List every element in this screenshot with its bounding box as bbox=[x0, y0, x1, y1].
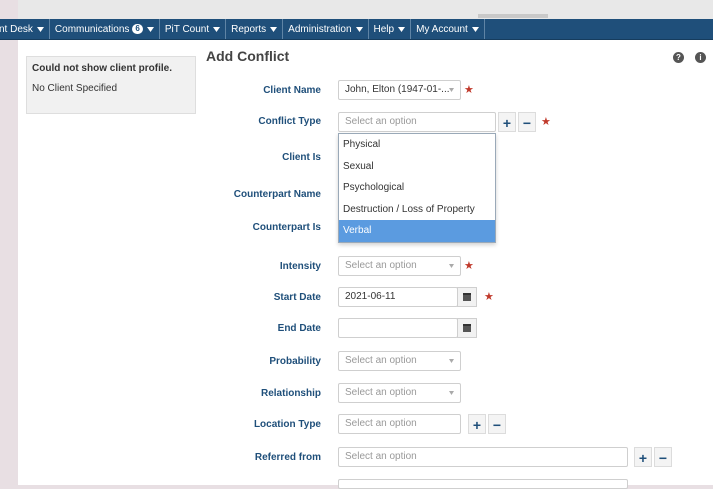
nav-label: Help bbox=[373, 23, 395, 35]
counterpart-name-label: Counterpart Name bbox=[233, 189, 321, 200]
end-date-input[interactable] bbox=[338, 318, 458, 338]
option-destruction-loss-of-property[interactable]: Destruction / Loss of Property bbox=[339, 199, 495, 221]
remove-referred-from-button[interactable]: − bbox=[654, 447, 672, 467]
nav-label: PiT Count bbox=[164, 23, 210, 35]
calendar-icon bbox=[463, 293, 471, 301]
nav-label: Front Desk bbox=[0, 23, 33, 35]
nav-pit-count[interactable]: PiT Count bbox=[160, 19, 227, 39]
conflict-type-select[interactable]: Select an option bbox=[338, 112, 496, 132]
top-mark bbox=[478, 14, 548, 18]
relationship-placeholder: Select an option bbox=[345, 387, 417, 398]
top-strip bbox=[18, 0, 713, 19]
probability-select[interactable]: Select an option bbox=[338, 351, 461, 371]
start-date-input[interactable]: 2021-06-11 bbox=[338, 287, 458, 307]
option-sexual[interactable]: Sexual bbox=[339, 156, 495, 178]
intensity-placeholder: Select an option bbox=[345, 260, 417, 271]
relationship-select[interactable]: Select an option bbox=[338, 383, 461, 403]
conflict-type-label: Conflict Type bbox=[258, 116, 321, 127]
referred-from-select[interactable]: Select an option bbox=[338, 447, 628, 467]
nav-my-account[interactable]: My Account bbox=[411, 19, 485, 39]
referred-from-placeholder: Select an option bbox=[345, 451, 417, 462]
intensity-select[interactable]: Select an option bbox=[338, 256, 461, 276]
relationship-label: Relationship bbox=[260, 388, 321, 399]
required-star-icon: ★ bbox=[541, 116, 551, 128]
required-star-icon: ★ bbox=[484, 291, 494, 303]
info-icon[interactable]: i bbox=[695, 52, 706, 63]
chevron-down-icon bbox=[270, 26, 278, 32]
option-physical[interactable]: Physical bbox=[339, 134, 495, 156]
nav-label: My Account bbox=[416, 23, 468, 35]
start-date-label: Start Date bbox=[273, 292, 321, 303]
next-field-input[interactable] bbox=[338, 479, 628, 489]
remove-conflict-type-button[interactable]: − bbox=[518, 112, 536, 132]
client-name-select[interactable]: John, Elton (1947-01-... bbox=[338, 80, 461, 100]
chevron-down-icon bbox=[449, 359, 454, 363]
calendar-icon bbox=[463, 324, 471, 332]
chevron-down-icon bbox=[449, 391, 454, 395]
location-type-label: Location Type bbox=[253, 419, 321, 430]
conflict-type-placeholder: Select an option bbox=[345, 116, 417, 127]
chevron-down-icon bbox=[213, 26, 221, 32]
remove-location-type-button[interactable]: − bbox=[488, 414, 506, 434]
start-date-calendar-button[interactable] bbox=[457, 287, 477, 307]
option-verbal[interactable]: Verbal bbox=[339, 220, 495, 242]
chevron-down-icon bbox=[471, 26, 479, 32]
nav-help[interactable]: Help bbox=[369, 19, 412, 39]
required-star-icon: ★ bbox=[464, 260, 474, 272]
add-conflict-type-button[interactable]: + bbox=[498, 112, 516, 132]
end-date-calendar-button[interactable] bbox=[457, 318, 477, 338]
nav-front-desk[interactable]: Front Desk bbox=[0, 19, 50, 39]
nav-administration[interactable]: Administration bbox=[283, 19, 369, 39]
chevron-down-icon bbox=[146, 26, 154, 32]
referred-from-label: Referred from bbox=[254, 452, 321, 463]
intensity-label: Intensity bbox=[279, 261, 321, 272]
nav-label: Communications bbox=[54, 23, 130, 35]
add-location-type-button[interactable]: + bbox=[468, 414, 486, 434]
chevron-down-icon bbox=[355, 26, 363, 32]
option-psychological[interactable]: Psychological bbox=[339, 177, 495, 199]
start-date-value: 2021-06-11 bbox=[345, 291, 396, 302]
required-star-icon: ★ bbox=[464, 84, 474, 96]
client-is-label: Client Is bbox=[282, 152, 321, 163]
probability-placeholder: Select an option bbox=[345, 355, 417, 366]
nav-reports[interactable]: Reports bbox=[226, 19, 284, 39]
chevron-down-icon bbox=[449, 264, 454, 268]
end-date-label: End Date bbox=[277, 323, 321, 334]
chevron-down-icon bbox=[449, 88, 454, 92]
unread-count-badge: 6 bbox=[132, 24, 143, 34]
conflict-type-dropdown: Physical Sexual Psychological Destructio… bbox=[338, 133, 496, 243]
help-icon[interactable]: ? bbox=[673, 52, 684, 63]
client-name-label: Client Name bbox=[263, 85, 321, 96]
add-referred-from-button[interactable]: + bbox=[634, 447, 652, 467]
profile-error-title: Could not show client profile. bbox=[32, 63, 172, 74]
probability-label: Probability bbox=[269, 356, 321, 367]
page-title: Add Conflict bbox=[206, 48, 290, 64]
profile-error-message: No Client Specified bbox=[32, 83, 118, 94]
nav-label: Reports bbox=[231, 23, 267, 35]
location-type-select[interactable]: Select an option bbox=[338, 414, 461, 434]
chevron-down-icon bbox=[36, 26, 44, 32]
nav-communications[interactable]: Communications 6 bbox=[50, 19, 160, 39]
nav-label: Administration bbox=[288, 23, 352, 35]
counterpart-is-label: Counterpart Is bbox=[252, 222, 321, 233]
chevron-down-icon bbox=[398, 26, 406, 32]
main-navbar: Front Desk Communications6 PiT Count Rep… bbox=[0, 19, 713, 40]
client-name-value: John, Elton (1947-01-... bbox=[345, 84, 450, 95]
client-profile-panel: Could not show client profile. No Client… bbox=[26, 56, 196, 114]
location-type-placeholder: Select an option bbox=[345, 418, 417, 429]
